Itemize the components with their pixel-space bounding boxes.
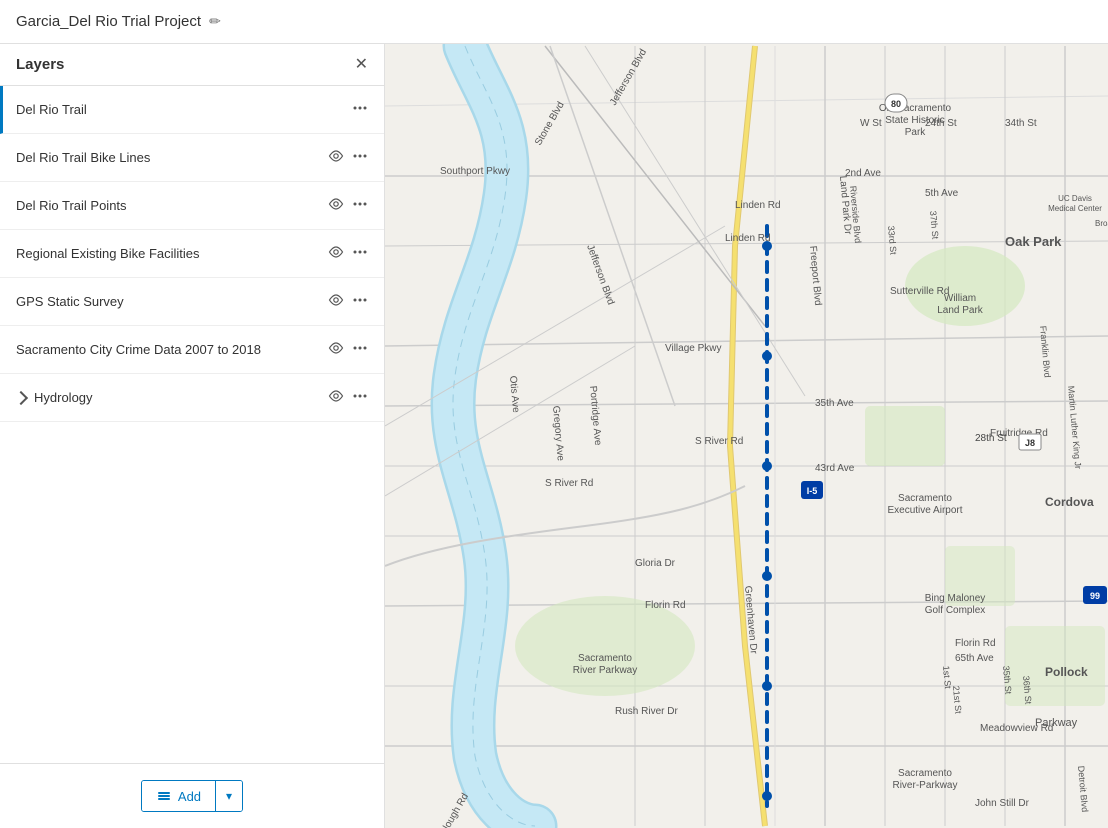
- svg-text:Meadowview Rd: Meadowview Rd: [980, 723, 1053, 734]
- svg-text:Land Park: Land Park: [937, 305, 984, 316]
- svg-text:Southport Pkwy: Southport Pkwy: [440, 166, 510, 177]
- layer-item-3[interactable]: Del Rio Trail Points: [0, 182, 384, 230]
- svg-text:35th Ave: 35th Ave: [815, 398, 854, 409]
- svg-text:River Parkway: River Parkway: [573, 665, 637, 676]
- svg-text:Florin Rd: Florin Rd: [645, 600, 686, 611]
- svg-text:Sacramento: Sacramento: [898, 768, 952, 779]
- visibility-icon-4[interactable]: [328, 244, 344, 263]
- layer-label-5: GPS Static Survey: [16, 294, 320, 309]
- layer-label-6: Sacramento City Crime Data 2007 to 2018: [16, 342, 320, 357]
- svg-text:5th Ave: 5th Ave: [925, 188, 959, 199]
- svg-text:I-5: I-5: [807, 486, 818, 496]
- sidebar-header: Layers ✕: [0, 44, 384, 86]
- svg-text:Sutterville Rd: Sutterville Rd: [890, 286, 949, 297]
- layer-label-2: Del Rio Trail Bike Lines: [16, 150, 320, 165]
- more-options-icon-3[interactable]: [352, 196, 368, 215]
- header: Garcia_Del Rio Trial Project ✏: [0, 0, 1108, 44]
- svg-text:34th St: 34th St: [1005, 118, 1037, 129]
- svg-text:Cordova: Cordova: [1045, 495, 1094, 509]
- svg-text:99: 99: [1090, 591, 1100, 601]
- page-title: Garcia_Del Rio Trial Project: [16, 13, 201, 30]
- visibility-icon-3[interactable]: [328, 196, 344, 215]
- more-options-icon-5[interactable]: [352, 292, 368, 311]
- more-options-icon-1[interactable]: [352, 100, 368, 119]
- main-content: Layers ✕ Del Rio Trail Del Rio Trail Bik…: [0, 44, 1108, 828]
- sidebar-footer: Add ▾: [0, 763, 384, 828]
- svg-text:Golf Complex: Golf Complex: [925, 605, 986, 616]
- svg-text:UC Davis: UC Davis: [1058, 194, 1092, 203]
- svg-text:80: 80: [891, 99, 901, 109]
- add-button-group: Add ▾: [141, 780, 243, 812]
- svg-text:State Historic: State Historic: [885, 115, 944, 126]
- svg-text:28th St: 28th St: [975, 433, 1007, 444]
- visibility-icon-5[interactable]: [328, 292, 344, 311]
- svg-text:Village Pkwy: Village Pkwy: [665, 343, 722, 354]
- svg-text:Executive Airport: Executive Airport: [887, 505, 962, 516]
- chevron-right-icon: [14, 390, 28, 404]
- svg-text:J8: J8: [1025, 438, 1035, 448]
- svg-text:Broa...: Broa...: [1095, 219, 1108, 228]
- svg-text:1st St: 1st St: [941, 665, 953, 689]
- layer-item-5[interactable]: GPS Static Survey: [0, 278, 384, 326]
- svg-text:Oak Park: Oak Park: [1005, 234, 1062, 249]
- svg-text:2nd Ave: 2nd Ave: [845, 168, 881, 179]
- layer-list: Del Rio Trail Del Rio Trail Bike Lines D…: [0, 86, 384, 763]
- svg-text:River-Parkway: River-Parkway: [892, 780, 957, 791]
- svg-text:Park: Park: [905, 127, 927, 138]
- layer-item-6[interactable]: Sacramento City Crime Data 2007 to 2018: [0, 326, 384, 374]
- visibility-icon-7[interactable]: [328, 388, 344, 407]
- svg-text:Linden Rd: Linden Rd: [735, 200, 781, 211]
- more-options-icon-4[interactable]: [352, 244, 368, 263]
- svg-text:Sacramento: Sacramento: [578, 653, 632, 664]
- svg-text:S River Rd: S River Rd: [545, 478, 593, 489]
- more-options-icon-7[interactable]: [352, 388, 368, 407]
- visibility-icon-2[interactable]: [328, 148, 344, 167]
- svg-text:Linden Rd: Linden Rd: [725, 233, 771, 244]
- svg-text:43rd Ave: 43rd Ave: [815, 463, 855, 474]
- map-svg: W St 24th St 34th St 2nd Ave 5th Ave Sto…: [385, 44, 1108, 828]
- layer-icons: [352, 100, 368, 119]
- layer-icons: [328, 388, 368, 407]
- layer-icons: [328, 196, 368, 215]
- svg-text:Florin Rd: Florin Rd: [955, 638, 996, 649]
- svg-text:S River Rd: S River Rd: [695, 436, 743, 447]
- add-button[interactable]: Add: [142, 781, 216, 811]
- svg-text:65th Ave: 65th Ave: [955, 653, 994, 664]
- layer-icons: [328, 148, 368, 167]
- more-options-icon-6[interactable]: [352, 340, 368, 359]
- layer-item-7[interactable]: Hydrology: [0, 374, 384, 422]
- svg-text:Gloria Dr: Gloria Dr: [635, 558, 676, 569]
- layer-label-3: Del Rio Trail Points: [16, 198, 320, 213]
- layer-icons: [328, 244, 368, 263]
- svg-text:Sacramento: Sacramento: [898, 493, 952, 504]
- svg-text:Pollock: Pollock: [1045, 665, 1088, 679]
- dropdown-chevron: ▾: [226, 789, 232, 803]
- visibility-icon-6[interactable]: [328, 340, 344, 359]
- layer-label-1: Del Rio Trail: [16, 102, 344, 117]
- svg-text:John Still Dr: John Still Dr: [975, 798, 1030, 809]
- close-icon[interactable]: ✕: [355, 57, 368, 73]
- map-area[interactable]: W St 24th St 34th St 2nd Ave 5th Ave Sto…: [385, 44, 1108, 828]
- sidebar-title: Layers: [16, 56, 64, 73]
- svg-text:Bing Maloney: Bing Maloney: [925, 593, 986, 604]
- svg-text:Rush River Dr: Rush River Dr: [615, 706, 678, 717]
- layer-icons: [328, 292, 368, 311]
- more-options-icon-2[interactable]: [352, 148, 368, 167]
- sidebar: Layers ✕ Del Rio Trail Del Rio Trail Bik…: [0, 44, 385, 828]
- svg-text:Medical Center: Medical Center: [1048, 204, 1102, 213]
- layer-item-4[interactable]: Regional Existing Bike Facilities: [0, 230, 384, 278]
- svg-text:W St: W St: [860, 118, 882, 129]
- add-button-label: Add: [178, 789, 201, 804]
- layer-icons: [328, 340, 368, 359]
- edit-icon[interactable]: ✏: [209, 13, 221, 30]
- layer-label-7: Hydrology: [16, 390, 320, 405]
- layer-item-2[interactable]: Del Rio Trail Bike Lines: [0, 134, 384, 182]
- layer-label-4: Regional Existing Bike Facilities: [16, 246, 320, 261]
- add-dropdown-button[interactable]: ▾: [216, 781, 242, 811]
- layer-item-1[interactable]: Del Rio Trail: [0, 86, 384, 134]
